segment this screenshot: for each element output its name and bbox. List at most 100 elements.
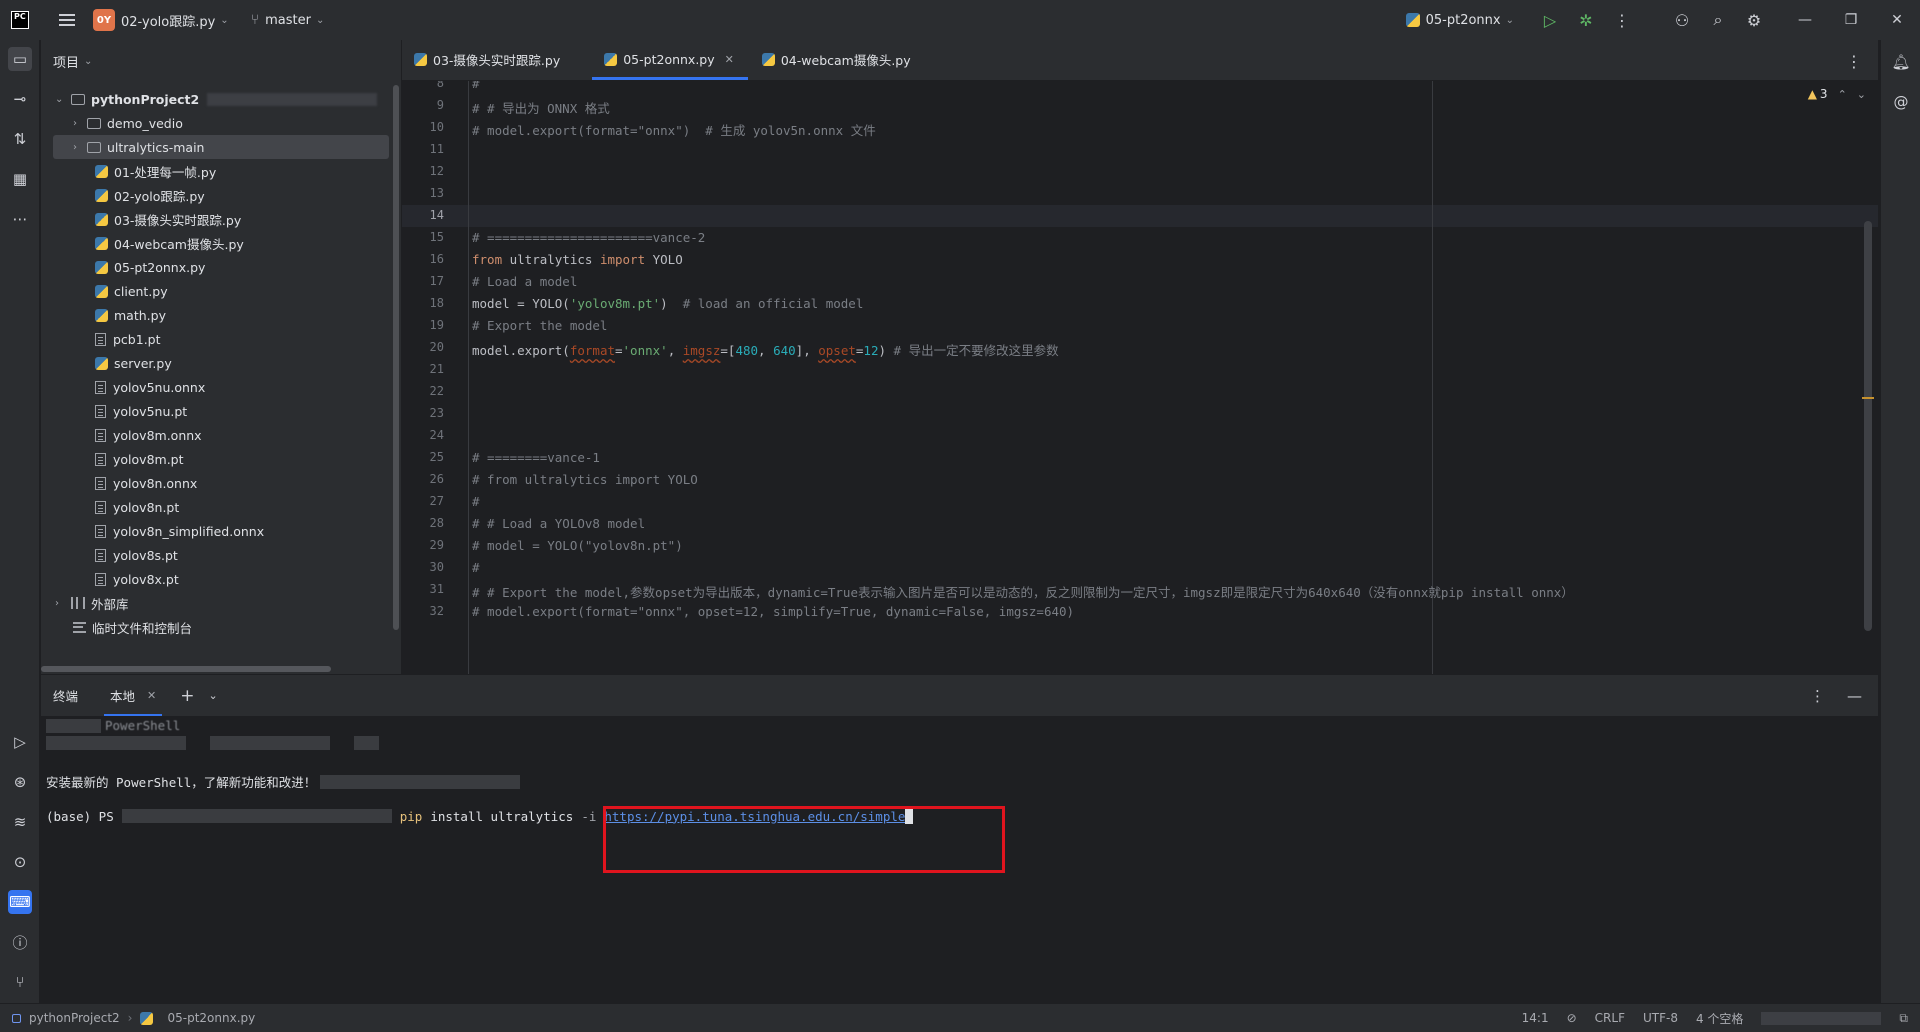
restore-button[interactable]: ❐ [1828, 0, 1874, 40]
terminal-tab-local[interactable]: 本地 ✕ [104, 675, 163, 717]
redacted-text [46, 718, 101, 733]
project-selector[interactable]: 0Y 02-yolo跟踪.py ⌄ [93, 9, 229, 31]
chevron-down-icon[interactable]: ⌄ [209, 689, 218, 702]
redacted-text [210, 736, 330, 750]
line-number: 23 [429, 406, 444, 420]
file-icon [95, 452, 106, 466]
tree-item-label: yolov8n.pt [113, 499, 180, 515]
python-packages-button[interactable]: ≋ [8, 810, 32, 834]
tree-item-label: ultralytics-main [107, 139, 205, 155]
tree-item[interactable]: yolov5nu.onnx [41, 375, 401, 399]
close-window-button[interactable]: ✕ [1874, 0, 1920, 40]
notifications-button[interactable]: 🔔︎ [1891, 52, 1911, 72]
file-icon [95, 332, 106, 346]
project-tool-button[interactable]: ▭ [8, 47, 32, 71]
tree-root[interactable]: ⌄ pythonProject2 [41, 87, 401, 111]
tree-item[interactable]: 02-yolo跟踪.py [41, 183, 401, 207]
python-console-icon: ⊛ [13, 773, 27, 791]
editor-tab[interactable]: 04-webcam摄像头.py [750, 39, 925, 80]
line-number: 25 [429, 450, 444, 464]
tree-scratches[interactable]: 临时文件和控制台 [41, 615, 401, 639]
indent-setting[interactable]: 4 个空格 [1696, 1010, 1743, 1027]
terminal-line-2 [46, 736, 383, 750]
inspection-widget[interactable]: ▲ 3 ⌃ ⌄ [1808, 87, 1866, 101]
breadcrumb-file[interactable]: 05-pt2onnx.py [167, 1011, 255, 1025]
more-vertical-icon: ⋮ [1614, 10, 1630, 30]
terminal-tool-button[interactable]: ⌨ [8, 890, 32, 914]
editor-tab[interactable]: 03-摄像头实时跟踪.py [402, 39, 574, 80]
warning-count: 3 [1819, 87, 1828, 101]
more-vertical-icon[interactable]: ⋮ [1810, 687, 1825, 705]
chevron-up-icon[interactable]: ⌃ [1838, 88, 1847, 101]
vcs-branch-selector[interactable]: ⑂ master ⌄ [251, 12, 325, 28]
tree-item[interactable]: › demo_vedio [41, 111, 401, 135]
pull-requests-tool-button[interactable]: ⇅ [8, 127, 32, 151]
project-badge: 0Y [93, 9, 115, 31]
line-ending[interactable]: CRLF [1595, 1011, 1625, 1025]
redacted-interpreter[interactable] [1761, 1011, 1882, 1025]
commit-tool-button[interactable]: ⊸ [8, 87, 32, 111]
tree-item[interactable]: client.py [41, 279, 401, 303]
tree-item[interactable]: yolov8x.pt [41, 567, 401, 591]
code-with-me-button[interactable]: ⚇ [1664, 0, 1700, 40]
tree-item[interactable]: yolov8n.onnx [41, 471, 401, 495]
tree-item[interactable]: server.py [41, 351, 401, 375]
search-button[interactable]: ⌕ [1700, 0, 1736, 40]
structure-tool-button[interactable]: ▦ [8, 167, 32, 191]
tree-item[interactable]: 03-摄像头实时跟踪.py [41, 207, 401, 231]
tree-item[interactable]: yolov8s.pt [41, 543, 401, 567]
minimize-panel-icon[interactable]: — [1847, 687, 1862, 705]
python-console-button[interactable]: ⊛ [8, 770, 32, 794]
more-actions-button[interactable]: ⋮ [1604, 0, 1640, 40]
tree-item[interactable]: yolov8n.pt [41, 495, 401, 519]
new-terminal-icon[interactable]: + [180, 686, 194, 706]
project-panel: 项目 ⌄ ⌄ pythonProject2 › demo_vedio › ultral… [41, 40, 401, 674]
editor-vertical-scrollbar[interactable] [1864, 221, 1872, 631]
tree-item[interactable]: yolov8m.pt [41, 447, 401, 471]
tree-item[interactable]: yolov8n_simplified.onnx [41, 519, 401, 543]
debug-button[interactable]: ✲ [1568, 0, 1604, 40]
close-tab-icon[interactable]: ✕ [147, 689, 156, 702]
line-number: 14 [429, 208, 444, 222]
settings-button[interactable]: ⚙ [1736, 0, 1772, 40]
tree-item[interactable]: 01-处理每一帧.py [41, 159, 401, 183]
project-panel-header[interactable]: 项目 ⌄ [41, 40, 401, 82]
services-button[interactable]: ⊙ [8, 850, 32, 874]
editor-tab-active[interactable]: 05-pt2onnx.py ✕ [592, 39, 748, 80]
more-vertical-icon[interactable]: ⋮ [1846, 52, 1862, 71]
tree-item[interactable]: 04-webcam摄像头.py [41, 231, 401, 255]
readonly-toggle-icon[interactable]: ⊘ [1567, 1011, 1577, 1025]
run-tool-button[interactable]: ▷ [8, 730, 32, 754]
minimize-button[interactable]: — [1782, 0, 1828, 40]
run-button[interactable]: ▷ [1532, 0, 1568, 40]
file-icon [95, 548, 106, 562]
caret-position[interactable]: 14:1 [1522, 1011, 1549, 1025]
gear-icon: ⚙ [1746, 10, 1762, 30]
more-tools-button[interactable]: ⋯ [8, 207, 32, 231]
tree-item[interactable]: yolov5nu.pt [41, 399, 401, 423]
close-tab-icon[interactable]: ✕ [725, 53, 734, 66]
lock-icon[interactable]: ⧉ [1899, 1011, 1908, 1026]
code-editor[interactable]: 8 9 10 11 12 13 14 15 16 17 18 19 20 21 22 23 24 25 26 27 28… [402, 81, 1878, 674]
warning-marker[interactable] [1862, 397, 1874, 399]
tree-item[interactable]: 05-pt2onnx.py [41, 255, 401, 279]
tree-external-libraries[interactable]: › 外部库 [41, 591, 401, 615]
project-vertical-scrollbar[interactable] [393, 85, 399, 630]
tree-item[interactable]: math.py [41, 303, 401, 327]
git-tool-button[interactable]: ⑂ [8, 970, 32, 994]
ai-assistant-button[interactable]: @ [1891, 92, 1911, 112]
tree-item[interactable]: yolov8m.onnx [41, 423, 401, 447]
tree-item[interactable]: pcb1.pt [41, 327, 401, 351]
main-menu-icon[interactable] [59, 14, 75, 26]
problems-tool-button[interactable]: ⓘ [8, 930, 32, 954]
file-encoding[interactable]: UTF-8 [1643, 1011, 1678, 1025]
chevron-down-icon[interactable]: ⌄ [1857, 88, 1866, 101]
tree-item-label: 02-yolo跟踪.py [114, 188, 205, 204]
folder-icon [87, 117, 101, 129]
tree-item[interactable]: › ultralytics-main [53, 135, 389, 159]
code-line: # model.export(format="onnx", opset=12, … [472, 604, 1075, 619]
run-config-selector[interactable]: 05-pt2onnx ⌄ [1405, 13, 1514, 28]
redacted-path [207, 92, 378, 106]
project-horizontal-scrollbar[interactable] [41, 666, 331, 672]
breadcrumb-project[interactable]: pythonProject2 [29, 1011, 120, 1025]
